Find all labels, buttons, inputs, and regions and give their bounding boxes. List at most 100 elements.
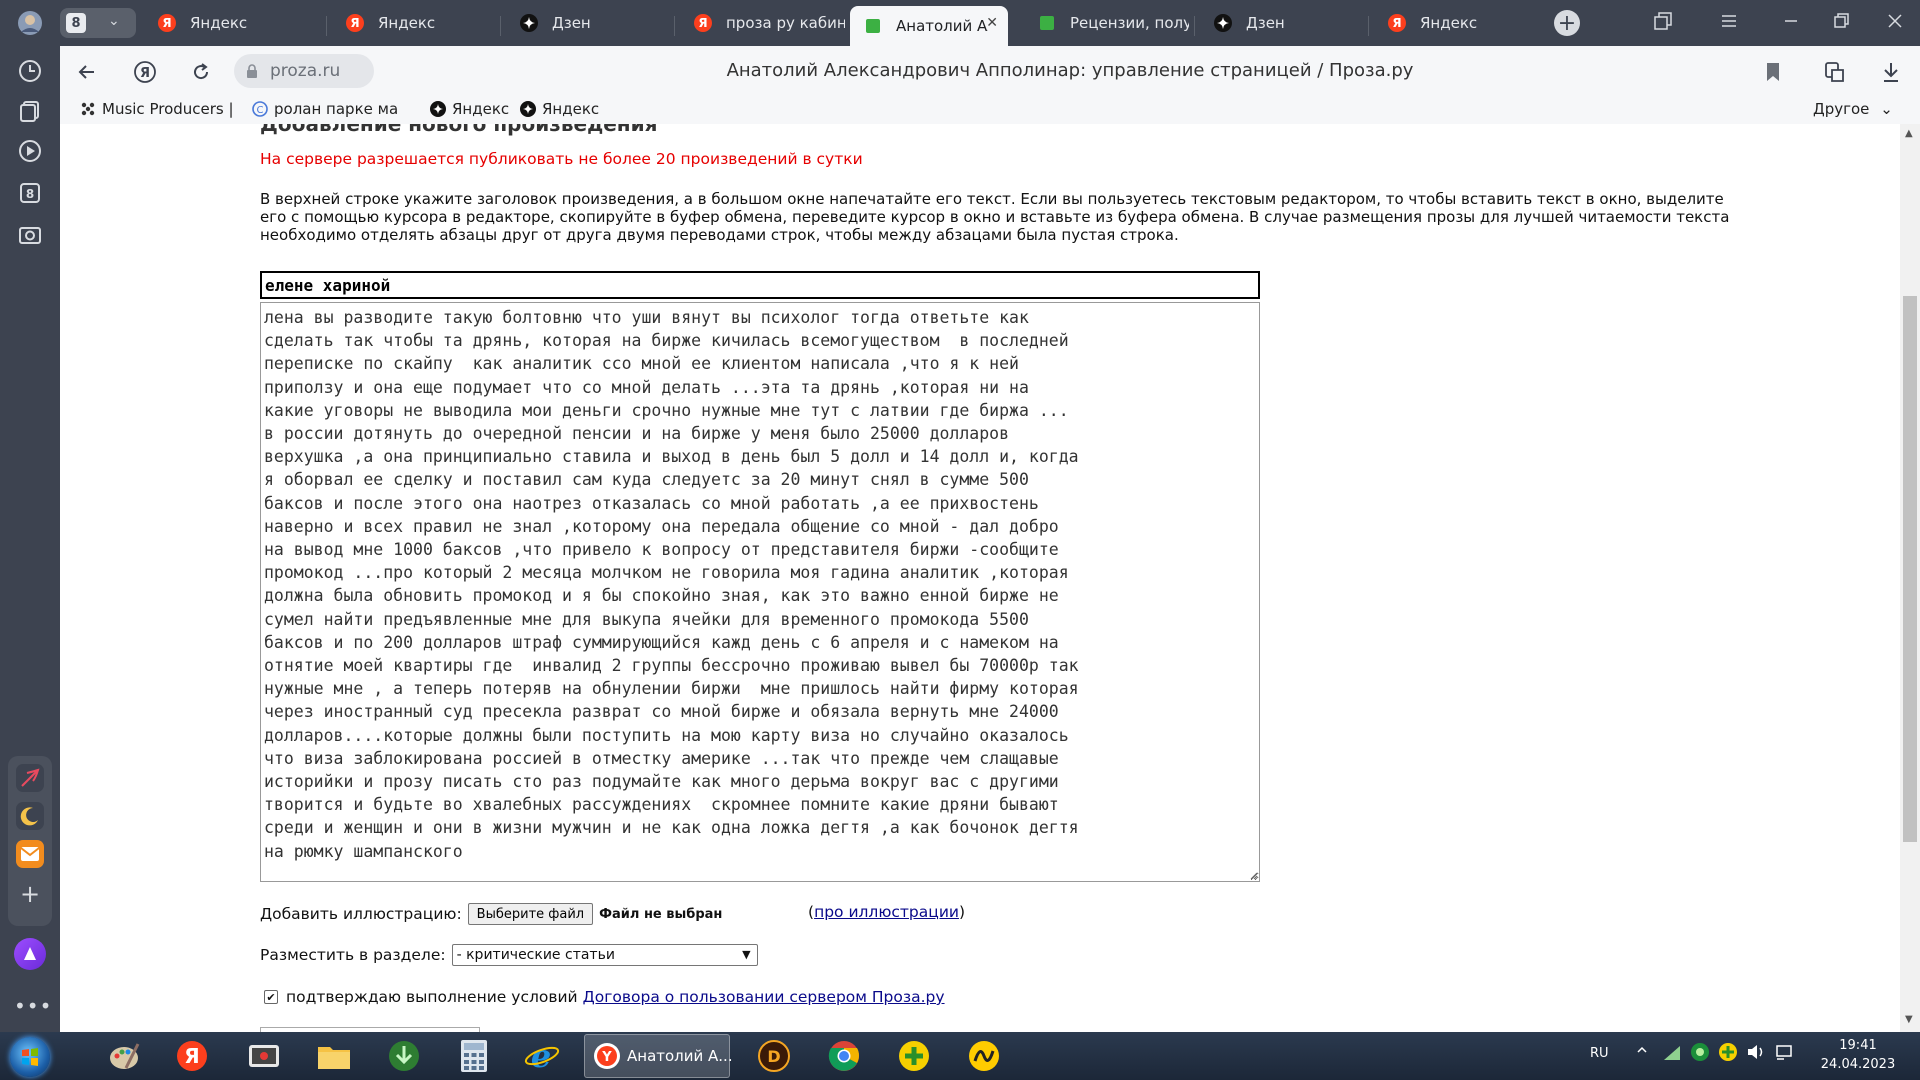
windows-icon bbox=[1654, 12, 1672, 30]
limit-warning: На сервере разрешается публиковать не бо… bbox=[260, 150, 863, 168]
taskbar-chrome[interactable] bbox=[820, 1036, 868, 1076]
tab-manager-button[interactable] bbox=[1654, 12, 1672, 34]
profile-avatar[interactable] bbox=[13, 6, 47, 40]
close-tab-icon[interactable]: ✕ bbox=[986, 15, 998, 31]
agree-checkbox[interactable]: ✔ bbox=[264, 990, 278, 1004]
scroll-down-icon[interactable]: ▼ bbox=[1905, 1014, 1913, 1025]
tray-app-2[interactable] bbox=[1718, 1042, 1738, 1066]
agreement-link[interactable]: Договора о пользовании сервером Проза.ру bbox=[583, 988, 945, 1006]
bookmark-rolan[interactable]: C ролан парке маль bbox=[252, 100, 398, 118]
back-button[interactable] bbox=[74, 59, 100, 85]
svg-text:e: e bbox=[531, 1039, 551, 1073]
yandex-disk-icon bbox=[969, 1041, 999, 1071]
bookmarks-bar: Music Producers | C ролан парке маль Янд… bbox=[60, 96, 1920, 124]
tab-proza-cabinet[interactable]: Я проза ру кабинет bbox=[680, 6, 845, 40]
url-domain: proza.ru bbox=[270, 61, 341, 81]
choose-file-button[interactable]: Выберите файл bbox=[467, 903, 594, 925]
taskbar-yellow-app[interactable] bbox=[960, 1036, 1008, 1076]
bookmarks-other-label: Другое bbox=[1813, 100, 1870, 118]
bookmark-yandex-2[interactable]: Яндекс bbox=[520, 100, 599, 118]
browser-sidebar: 8 + ••• bbox=[0, 0, 60, 1032]
url-field[interactable]: proza.ru bbox=[234, 54, 374, 88]
proza-icon bbox=[864, 17, 882, 35]
tray-app-1[interactable] bbox=[1690, 1042, 1710, 1066]
about-illustrations: (про иллюстрации) bbox=[808, 903, 965, 921]
minimize-button[interactable] bbox=[1782, 12, 1800, 34]
arrow-left-icon bbox=[78, 65, 94, 79]
resize-grip-icon[interactable] bbox=[1248, 870, 1258, 880]
tray-volume[interactable] bbox=[1746, 1042, 1766, 1066]
close-icon bbox=[1888, 14, 1902, 28]
address-bar: Я proza.ru Анатолий Александрович Апполи… bbox=[60, 46, 1920, 96]
tab-count-button[interactable]: 8 ⌄ bbox=[60, 8, 136, 38]
svg-text:C: C bbox=[257, 105, 264, 116]
yandex-home-button[interactable]: Я bbox=[132, 59, 158, 85]
taskbar-active-window[interactable]: Y Анатолий А... bbox=[584, 1034, 733, 1078]
search-bubble-icon: C bbox=[252, 101, 268, 117]
taskbar-calculator[interactable] bbox=[450, 1036, 498, 1076]
work-text-area[interactable]: лена вы разводите такую болтовню что уши… bbox=[260, 302, 1260, 882]
minimize-icon bbox=[1785, 20, 1797, 22]
folder-icon bbox=[318, 1047, 350, 1069]
app-launcher-2[interactable] bbox=[16, 802, 44, 830]
bookmark-yandex-1[interactable]: Яндекс bbox=[430, 100, 509, 118]
paren-close: ) bbox=[958, 903, 966, 921]
more-icon[interactable]: ••• bbox=[14, 994, 51, 1018]
tab-separator bbox=[674, 16, 675, 36]
downloads-button[interactable] bbox=[1878, 59, 1904, 85]
tab-yandex-1[interactable]: Я Яндекс bbox=[144, 6, 309, 40]
taskbar-plus-app[interactable] bbox=[890, 1036, 938, 1076]
history-button[interactable] bbox=[13, 54, 47, 88]
plus-icon bbox=[1719, 1043, 1737, 1061]
bookmarks-other-folder[interactable]: Другое ⌄ bbox=[1813, 100, 1893, 118]
extensions-button[interactable] bbox=[1822, 59, 1848, 85]
bookmark-button[interactable] bbox=[1760, 59, 1786, 85]
taskbar-downloader[interactable] bbox=[380, 1036, 428, 1076]
about-illustrations-link[interactable]: про иллюстрации bbox=[814, 903, 959, 921]
yandex-icon: Я bbox=[177, 1041, 207, 1071]
scrollbar-thumb[interactable] bbox=[1903, 296, 1917, 842]
tab-reviews[interactable]: Рецензии, получ bbox=[1024, 6, 1189, 40]
language-indicator[interactable]: RU bbox=[1590, 1046, 1609, 1061]
alice-assistant-button[interactable] bbox=[14, 938, 46, 970]
collections-button[interactable] bbox=[13, 94, 47, 128]
add-app-button[interactable]: + bbox=[16, 880, 44, 908]
screenshot-button[interactable] bbox=[13, 218, 47, 252]
network-icon bbox=[1664, 1046, 1680, 1060]
page-scrollbar[interactable]: ▲ ▼ bbox=[1900, 124, 1920, 1032]
tab-active-anatoly[interactable]: Анатолий Алекс ✕ bbox=[850, 6, 1008, 46]
video-button[interactable] bbox=[13, 134, 47, 168]
scroll-up-icon[interactable]: ▲ bbox=[1905, 128, 1913, 139]
app-launcher-1[interactable] bbox=[16, 764, 44, 792]
tray-network[interactable] bbox=[1662, 1044, 1682, 1066]
reload-button[interactable] bbox=[188, 59, 214, 85]
new-tab-button[interactable]: + bbox=[1554, 10, 1580, 36]
taskbar-ie[interactable]: e bbox=[518, 1036, 566, 1076]
tab-yandex-2[interactable]: Я Яндекс bbox=[332, 6, 497, 40]
chevron-down-icon: ⌄ bbox=[1880, 100, 1893, 118]
taskbar-yandex[interactable]: Я bbox=[168, 1036, 216, 1076]
tray-expand[interactable] bbox=[1636, 1044, 1648, 1060]
start-button[interactable] bbox=[10, 1037, 50, 1077]
work-title-input[interactable] bbox=[260, 271, 1260, 299]
menu-button[interactable] bbox=[1720, 12, 1738, 34]
tray-action-center[interactable] bbox=[1774, 1042, 1794, 1066]
taskbar-paint[interactable] bbox=[100, 1036, 148, 1076]
tab-label: Яндекс bbox=[190, 14, 248, 32]
taskbar-explorer[interactable] bbox=[310, 1036, 358, 1076]
tab-yandex-3[interactable]: Я Яндекс bbox=[1374, 6, 1539, 40]
flag-icon bbox=[1776, 1045, 1792, 1060]
bookmark-music-producers[interactable]: Music Producers | bbox=[80, 100, 234, 118]
taskbar-game[interactable]: D bbox=[750, 1036, 798, 1076]
tab-dzen-1[interactable]: Дзен bbox=[506, 6, 671, 40]
taskbar-clock[interactable]: 19:41 24.04.2023 bbox=[1818, 1036, 1898, 1074]
restore-button[interactable] bbox=[1832, 12, 1850, 34]
taskbar-recorder[interactable] bbox=[240, 1036, 288, 1076]
close-window-button[interactable] bbox=[1886, 12, 1904, 34]
tab-dzen-2[interactable]: Дзен bbox=[1200, 6, 1365, 40]
section-select[interactable]: - критические статьи ▼ bbox=[451, 944, 758, 966]
app-launcher-mail[interactable] bbox=[16, 840, 44, 868]
tab-label: Рецензии, получ bbox=[1070, 14, 1189, 32]
tabs-count-button[interactable]: 8 bbox=[13, 176, 47, 210]
moon-icon bbox=[20, 807, 38, 826]
